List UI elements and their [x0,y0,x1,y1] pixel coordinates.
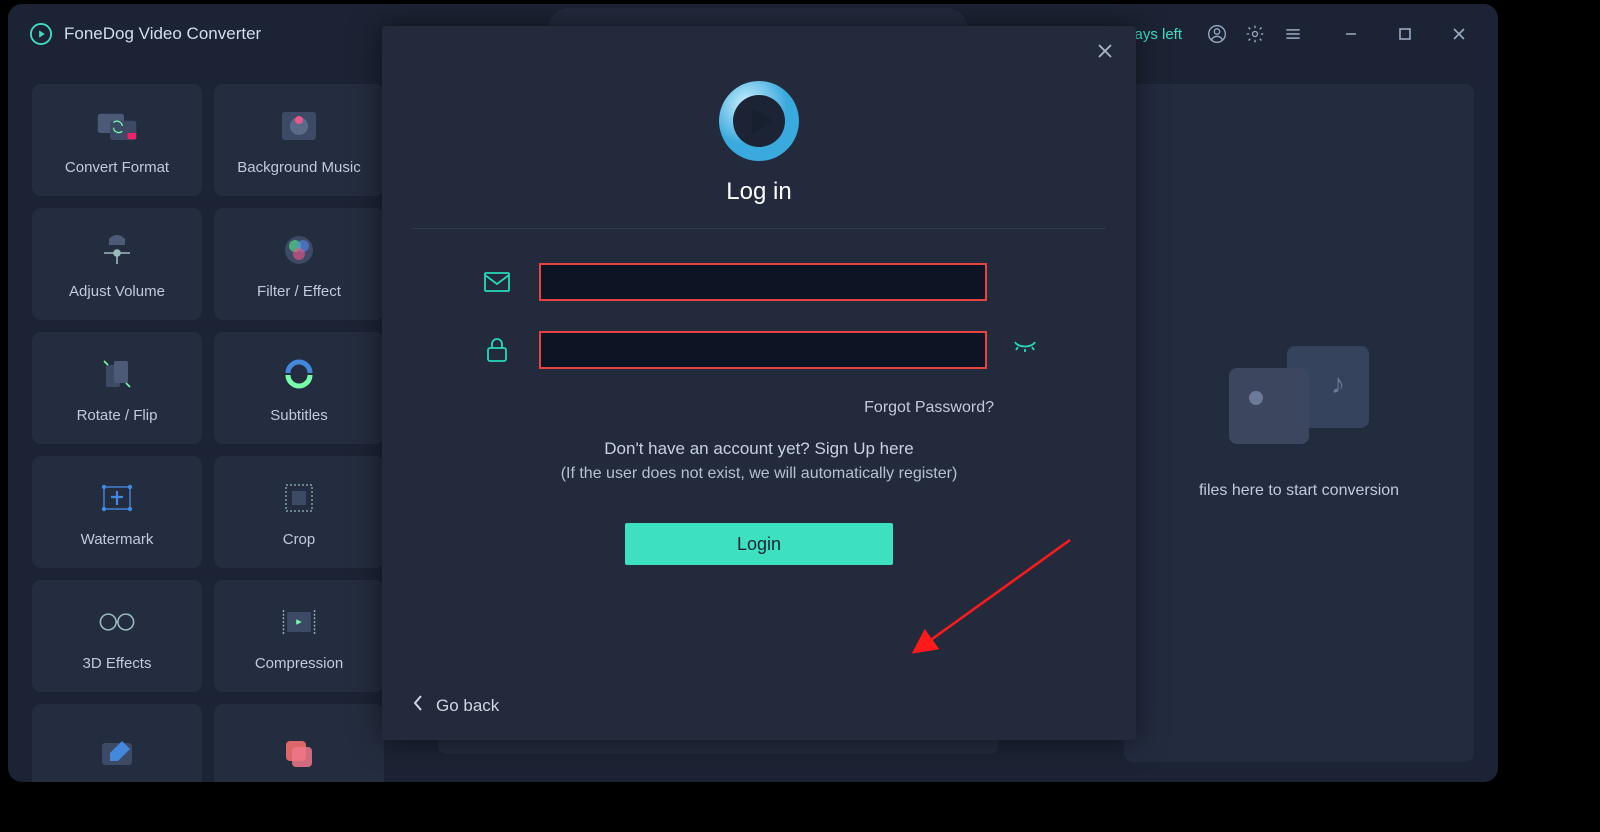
login-button[interactable]: Login [625,523,893,565]
3d-effects-icon [96,601,138,643]
close-window-icon[interactable] [1442,17,1476,51]
email-icon [481,272,513,292]
tool-3d-effects[interactable]: 3D Effects [32,580,202,692]
email-input[interactable] [539,263,987,301]
maximize-icon[interactable] [1388,17,1422,51]
tool-crop[interactable]: Crop [214,456,384,568]
go-back-label: Go back [436,696,499,716]
edit-note-icon [96,733,138,775]
tool-watermark[interactable]: Watermark [32,456,202,568]
compression-icon [278,601,320,643]
tool-label: Rotate / Flip [77,407,158,424]
login-modal: Log in Forgot Password? Don't have an ac… [382,26,1136,740]
modal-logo-icon [716,78,802,164]
modal-title: Log in [412,178,1106,206]
email-row [412,263,1106,301]
tool-label: Convert Format [65,159,169,176]
stack-icon [278,733,320,775]
password-input[interactable] [539,331,987,369]
chevron-left-icon [412,694,424,718]
tool-label: Crop [283,531,316,548]
tool-extra-2[interactable] [214,704,384,782]
crop-icon [278,477,320,519]
tool-filter-effect[interactable]: Filter / Effect [214,208,384,320]
drop-zone-text: files here to start conversion [1199,482,1399,500]
convert-format-icon [96,105,138,147]
app-logo-icon [30,23,52,45]
subtitles-icon [278,353,320,395]
adjust-volume-icon [96,229,138,271]
watermark-icon [96,477,138,519]
drop-zone[interactable]: ♪ files here to start conversion [1124,84,1474,762]
background-music-icon [278,105,320,147]
tool-label: 3D Effects [83,655,152,672]
lock-icon [481,337,513,363]
drop-zone-graphic-icon: ♪ [1229,346,1369,456]
tool-label: Compression [255,655,343,672]
rotate-flip-icon [96,353,138,395]
forgot-password-link[interactable]: Forgot Password? [412,399,1106,417]
minimize-icon[interactable] [1334,17,1368,51]
close-icon[interactable] [1096,40,1114,66]
tool-compression[interactable]: Compression [214,580,384,692]
auto-register-text: (If the user does not exist, we will aut… [412,465,1106,483]
menu-icon[interactable] [1276,17,1310,51]
tool-label: Watermark [81,531,154,548]
tool-extra-1[interactable] [32,704,202,782]
filter-effect-icon [278,229,320,271]
tool-background-music[interactable]: Background Music [214,84,384,196]
tool-convert-format[interactable]: Convert Format [32,84,202,196]
tool-adjust-volume[interactable]: Adjust Volume [32,208,202,320]
app-title: FoneDog Video Converter [64,24,261,44]
show-password-icon[interactable] [1013,340,1037,361]
tool-label: Subtitles [270,407,328,424]
tool-subtitles[interactable]: Subtitles [214,332,384,444]
account-icon[interactable] [1200,17,1234,51]
divider [412,228,1106,229]
tool-label: Filter / Effect [257,283,341,300]
go-back-button[interactable]: Go back [412,694,499,718]
tool-grid: Convert Format Background Music Adjust V… [32,84,384,762]
password-row [412,331,1106,369]
tool-rotate-flip[interactable]: Rotate / Flip [32,332,202,444]
signup-text[interactable]: Don't have an account yet? Sign Up here [412,439,1106,459]
tool-label: Adjust Volume [69,283,165,300]
settings-icon[interactable] [1238,17,1272,51]
tool-label: Background Music [237,159,360,176]
